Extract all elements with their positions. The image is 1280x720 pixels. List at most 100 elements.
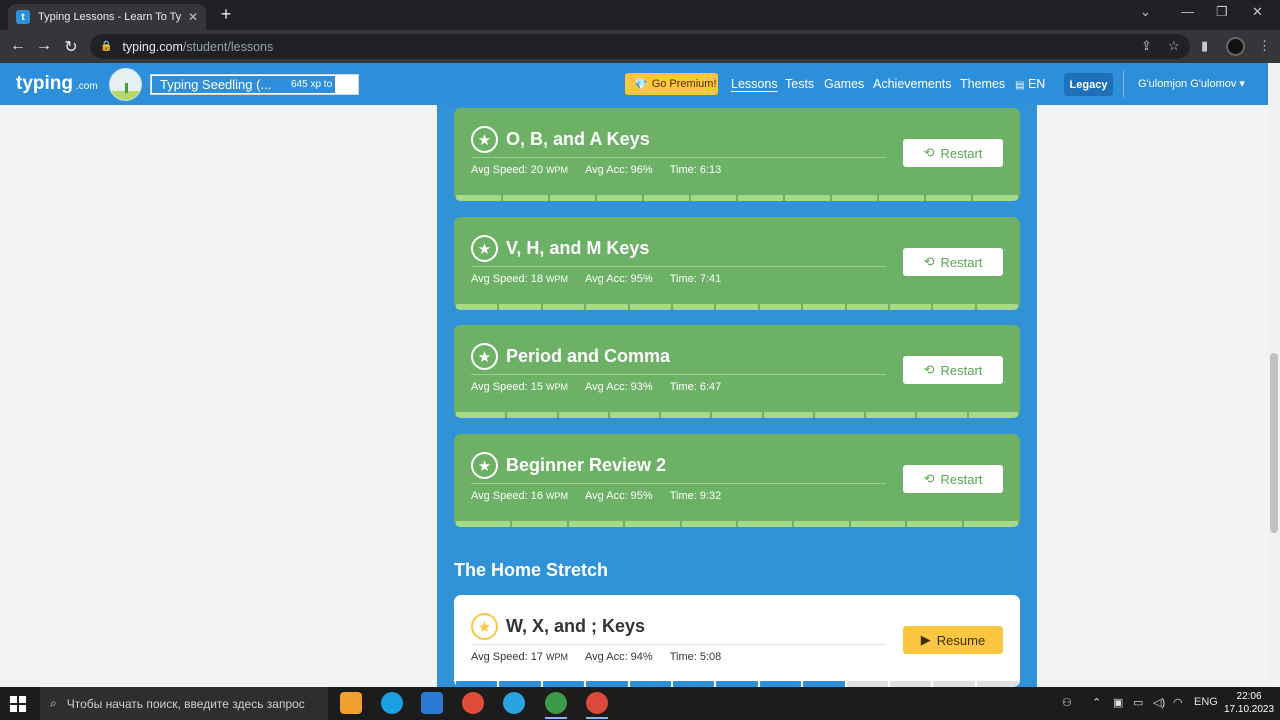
- us-flag-icon: ▤: [1015, 80, 1025, 91]
- restart-button[interactable]: ⟲ Restart: [903, 465, 1003, 493]
- current-lesson-card[interactable]: ★ W, X, and ; Keys Avg Speed: 17 WPM Avg…: [454, 595, 1020, 687]
- progress-segment: [456, 304, 498, 310]
- language-selector[interactable]: ▤ EN: [1015, 77, 1045, 91]
- reload-icon[interactable]: ↻: [61, 37, 81, 57]
- history-icon: ⟲: [923, 471, 935, 486]
- user-name: G'ulomjon G'ulomov: [1138, 78, 1237, 90]
- progress-segment: [586, 304, 628, 310]
- level-progress-bar[interactable]: Typing Seedling (... 645 xp to go: [150, 74, 359, 95]
- nav-achievements[interactable]: Achievements: [873, 77, 952, 91]
- nav-games[interactable]: Games: [824, 77, 864, 91]
- back-icon[interactable]: ←: [8, 37, 28, 55]
- chevron-down-icon: ▾: [1239, 78, 1245, 90]
- chrome-profile-icon[interactable]: [545, 692, 567, 714]
- user-menu[interactable]: G'ulomjon G'ulomov ▾: [1138, 77, 1245, 90]
- vscode-icon[interactable]: [421, 692, 443, 714]
- lesson-time: Time: 7:41: [669, 273, 722, 285]
- resume-button[interactable]: ▶ Resume: [903, 626, 1003, 654]
- lesson-progress: [454, 521, 1020, 527]
- tab-title: Typing Lessons - Learn To Type /: [38, 11, 182, 23]
- lesson-time: Time: 5:08: [669, 651, 722, 663]
- wifi-icon[interactable]: ◠: [1173, 696, 1183, 709]
- meet-icon[interactable]: ▣: [1113, 696, 1123, 709]
- star-icon: ★: [471, 452, 498, 479]
- lesson-stats: Avg Speed: 15 WPM Avg Acc: 93% Time: 6:4…: [471, 381, 721, 393]
- go-premium-button[interactable]: 💎 Go Premium!: [625, 73, 718, 95]
- new-tab-icon[interactable]: +: [216, 4, 236, 25]
- menu-dots-icon[interactable]: ⋮: [1258, 38, 1271, 54]
- avg-acc: Avg Acc: 93%: [585, 381, 653, 393]
- play-icon: ▶: [920, 632, 931, 647]
- bookmark-star-icon[interactable]: ☆: [1168, 38, 1180, 54]
- page-scrollbar[interactable]: [1268, 63, 1280, 687]
- nav-themes[interactable]: Themes: [960, 77, 1005, 91]
- chevron-up-icon[interactable]: ⌃: [1092, 696, 1101, 709]
- header-divider: [1123, 71, 1124, 97]
- progress-segment: [933, 304, 975, 310]
- browser-tab[interactable]: t Typing Lessons - Learn To Type / ✕: [8, 4, 206, 30]
- legacy-button[interactable]: Legacy: [1064, 73, 1113, 96]
- edge-icon[interactable]: [381, 692, 403, 714]
- lesson-card[interactable]: ★ Beginner Review 2 Avg Speed: 16 WPM Av…: [454, 434, 1020, 527]
- progress-segment: [597, 195, 642, 201]
- chrome-active-icon[interactable]: [586, 692, 608, 714]
- lesson-stats: Avg Speed: 18 WPM Avg Acc: 95% Time: 7:4…: [471, 273, 721, 285]
- history-icon: ⟲: [923, 145, 935, 160]
- go-premium-label: Go Premium!: [651, 78, 717, 90]
- progress-segment: [738, 195, 783, 201]
- restart-button[interactable]: ⟲ Restart: [903, 139, 1003, 167]
- lesson-card[interactable]: ★ Period and Comma Avg Speed: 15 WPM Avg…: [454, 325, 1020, 418]
- lesson-card[interactable]: ★ O, B, and A Keys Avg Speed: 20 WPM Avg…: [454, 108, 1020, 201]
- side-panel-icon[interactable]: ▮: [1201, 38, 1208, 54]
- share-icon[interactable]: ⇪: [1141, 38, 1152, 54]
- browser-tab-bar: t Typing Lessons - Learn To Type / ✕ + ⌄…: [0, 0, 1280, 30]
- level-avatar[interactable]: [109, 68, 142, 101]
- xp-to-go-label: 645 xp to go: [291, 79, 347, 90]
- nav-tests[interactable]: Tests: [785, 77, 814, 91]
- file-explorer-icon[interactable]: [340, 692, 362, 714]
- avg-speed-value: Avg Speed: 17: [471, 651, 543, 663]
- maximize-icon[interactable]: ❐: [1216, 4, 1228, 20]
- progress-segment: [568, 521, 624, 527]
- input-language[interactable]: ENG: [1194, 696, 1218, 708]
- url-field[interactable]: 🔒 typing.com /student/lessons: [90, 34, 1190, 59]
- system-clock[interactable]: 22:06 17.10.2023: [1224, 690, 1274, 716]
- forward-icon[interactable]: →: [34, 37, 54, 55]
- typing-logo[interactable]: typing: [16, 73, 73, 95]
- battery-icon[interactable]: ▭: [1133, 696, 1143, 709]
- windows-start-icon[interactable]: [10, 696, 26, 712]
- avg-acc: Avg Acc: 95%: [585, 490, 653, 502]
- section-title: The Home Stretch: [454, 560, 609, 580]
- progress-segment: [832, 195, 877, 201]
- restart-button[interactable]: ⟲ Restart: [903, 248, 1003, 276]
- profile-avatar[interactable]: [1226, 37, 1245, 56]
- progress-segment: [738, 521, 793, 527]
- tab-search-icon[interactable]: ⌄: [1140, 4, 1151, 20]
- telegram-icon[interactable]: [503, 692, 525, 714]
- progress-segment: [512, 521, 567, 527]
- progress-segment: [794, 521, 849, 527]
- volume-icon[interactable]: ◁): [1153, 696, 1165, 709]
- progress-segment: [763, 412, 813, 418]
- scrollbar-thumb[interactable]: [1270, 353, 1278, 533]
- avg-acc: Avg Acc: 94%: [585, 651, 653, 663]
- people-icon[interactable]: ⚇: [1062, 696, 1072, 709]
- progress-segment: [691, 195, 736, 201]
- star-icon: ★: [471, 126, 498, 153]
- close-window-icon[interactable]: ✕: [1252, 4, 1263, 20]
- progress-segment: [644, 195, 689, 201]
- close-tab-icon[interactable]: ✕: [188, 10, 198, 24]
- lesson-progress: [454, 412, 1020, 418]
- taskbar-search[interactable]: ⌕ Чтобы начать поиск, введите здесь запр…: [40, 687, 328, 720]
- chrome-icon[interactable]: [462, 692, 484, 714]
- minimize-icon[interactable]: —: [1181, 4, 1194, 19]
- lesson-card[interactable]: ★ V, H, and M Keys Avg Speed: 18 WPM Avg…: [454, 217, 1020, 310]
- history-icon: ⟲: [923, 362, 935, 377]
- nav-lessons[interactable]: Lessons: [731, 77, 778, 91]
- lesson-name: W, X, and ; Keys: [506, 616, 646, 636]
- lesson-divider: [471, 266, 886, 267]
- avg-speed-value: Avg Speed: 20: [471, 164, 543, 176]
- avg-speed: Avg Speed: 15 WPM: [471, 381, 568, 393]
- progress-segment: [712, 412, 762, 418]
- restart-button[interactable]: ⟲ Restart: [903, 356, 1003, 384]
